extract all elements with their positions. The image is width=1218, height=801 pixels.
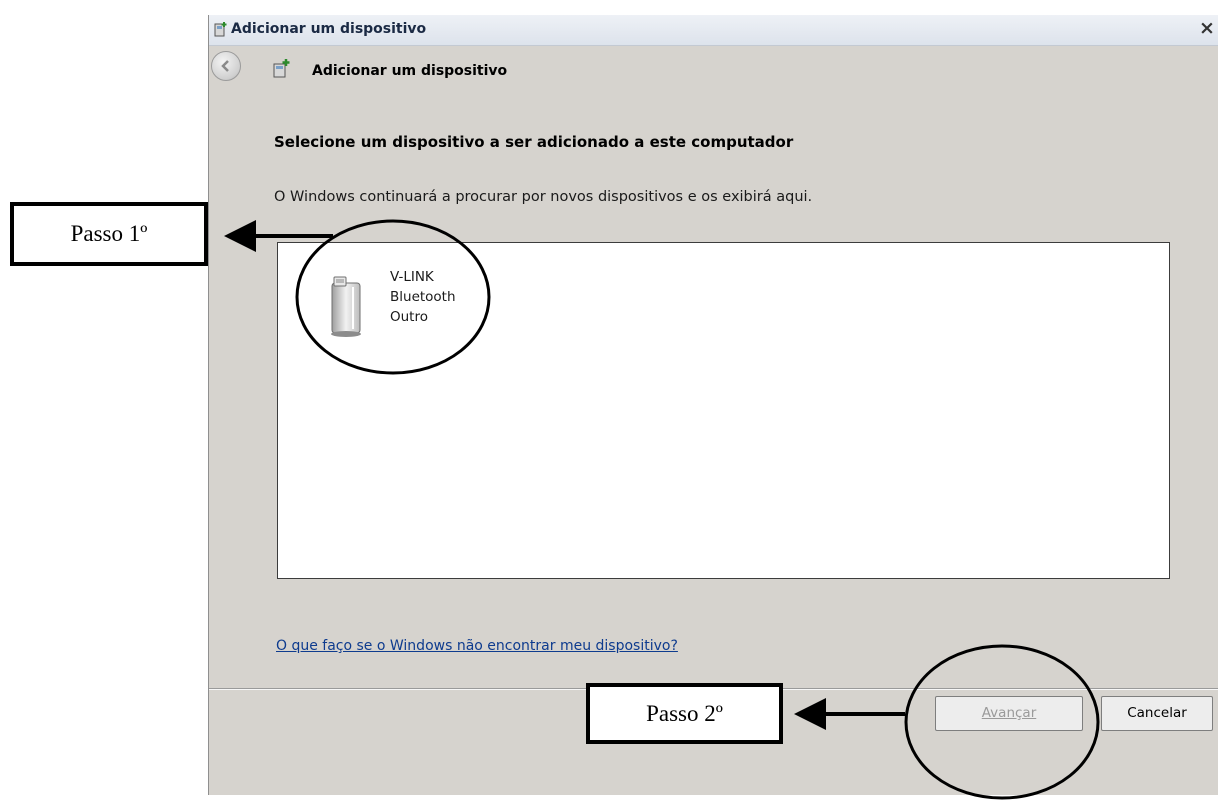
- device-name-label: V-LINK: [390, 269, 434, 285]
- window-title: Adicionar um dispositivo: [231, 21, 427, 37]
- device-list: V-LINK Bluetooth Outro: [277, 242, 1170, 579]
- device-category-label: Outro: [390, 309, 428, 325]
- step-2-annotation: Passo 2º: [586, 683, 783, 744]
- back-arrow-icon: [221, 60, 229, 72]
- step-1-annotation: Passo 1º: [10, 202, 208, 266]
- add-device-icon: [214, 22, 227, 37]
- nav-title: Adicionar um dispositivo: [312, 63, 508, 79]
- close-button[interactable]: ×: [1197, 17, 1217, 39]
- cancel-button[interactable]: Cancelar: [1101, 696, 1213, 731]
- device-item[interactable]: V-LINK Bluetooth Outro: [326, 265, 506, 345]
- help-link[interactable]: O que faço se o Windows não encontrar me…: [276, 638, 678, 654]
- back-button[interactable]: [211, 51, 241, 81]
- page-heading: Selecione um dispositivo a ser adicionad…: [274, 133, 794, 151]
- device-type-label: Bluetooth: [390, 289, 456, 305]
- navigation-bar: Adicionar um dispositivo: [209, 46, 1218, 88]
- title-bar[interactable]: Adicionar um dispositivo ×: [209, 15, 1218, 46]
- bluetooth-device-icon: [331, 276, 361, 337]
- instruction-text: O Windows continuará a procurar por novo…: [274, 189, 813, 205]
- add-device-window: Adicionar um dispositivo × Adicionar um …: [208, 15, 1218, 795]
- add-device-icon: [273, 59, 290, 78]
- next-button[interactable]: Avançar: [935, 696, 1083, 731]
